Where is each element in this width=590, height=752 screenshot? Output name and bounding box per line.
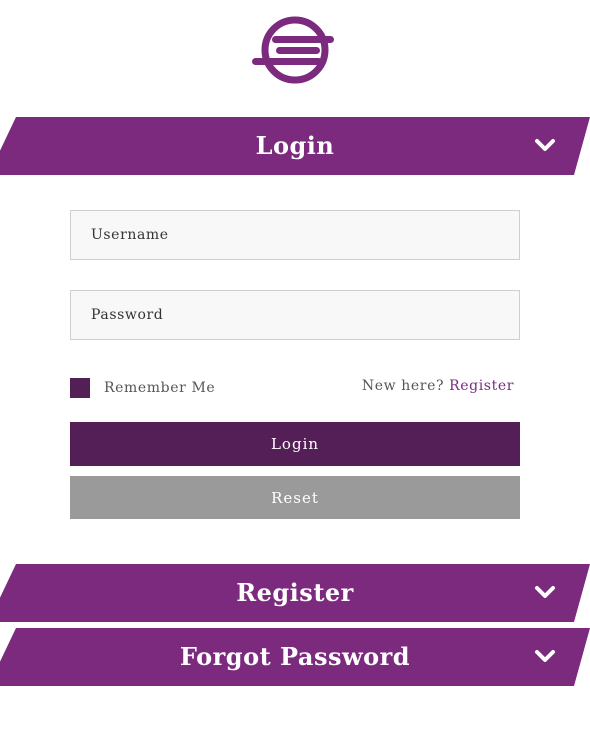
new-here-text: New here? Register — [362, 378, 514, 394]
register-link[interactable]: Register — [449, 378, 514, 394]
login-panel-title: Login — [255, 131, 335, 160]
password-input[interactable] — [71, 291, 519, 339]
register-panel-title: Register — [236, 578, 354, 607]
password-field-container — [70, 290, 520, 340]
login-page: Login Remember Me New here? Register Log… — [0, 0, 590, 752]
remember-me-label: Remember Me — [104, 380, 216, 396]
forgot-password-panel-header[interactable]: Forgot Password — [0, 628, 590, 686]
reset-button[interactable]: Reset — [70, 476, 520, 519]
circle-lines-logo-icon — [252, 16, 334, 84]
remember-me-checkbox[interactable] — [70, 378, 90, 398]
chevron-down-icon[interactable] — [534, 584, 556, 600]
chevron-down-icon[interactable] — [534, 137, 556, 153]
login-button[interactable]: Login — [70, 422, 520, 466]
username-input[interactable] — [71, 211, 519, 259]
login-panel-header[interactable]: Login — [0, 117, 590, 175]
register-panel-header[interactable]: Register — [0, 564, 590, 622]
chevron-down-icon[interactable] — [534, 648, 556, 664]
forgot-password-panel-title: Forgot Password — [179, 642, 411, 671]
username-field-container — [70, 210, 520, 260]
new-here-label: New here? — [361, 378, 445, 394]
